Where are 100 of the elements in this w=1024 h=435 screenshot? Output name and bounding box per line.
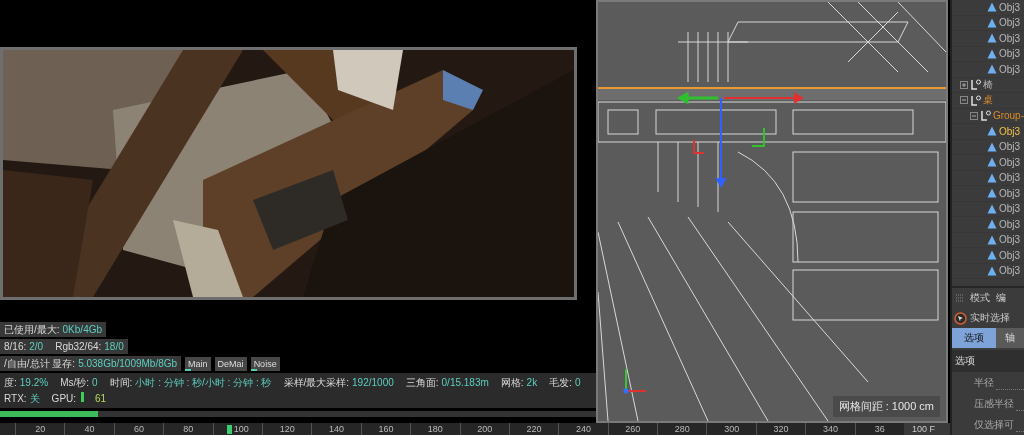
object-name: Obj3 xyxy=(999,32,1021,44)
object-name: Obj3 xyxy=(999,1,1021,13)
frame-tick: 200 xyxy=(459,423,509,435)
attribute-tab[interactable]: 选项 xyxy=(952,328,996,348)
frame-tick: 280 xyxy=(657,423,707,435)
status-label: 采样/最大采样: xyxy=(283,376,350,389)
null-object-icon xyxy=(970,94,981,106)
mesh-icon xyxy=(987,141,997,152)
status-value: 0 xyxy=(574,376,581,389)
tree-item[interactable]: Obj3 xyxy=(952,46,1024,62)
mesh-icon xyxy=(987,203,997,214)
tree-item[interactable]: Obj3 xyxy=(952,232,1024,248)
tree-item[interactable]: Obj3 xyxy=(952,139,1024,155)
playhead[interactable] xyxy=(226,425,232,435)
object-name: Obj3 xyxy=(999,63,1021,75)
object-name: Obj3 xyxy=(999,141,1021,153)
mesh-icon xyxy=(987,157,997,168)
object-name: Obj3 xyxy=(999,234,1021,246)
object-name: 椅 xyxy=(983,77,993,92)
attribute-tab[interactable]: 轴 xyxy=(996,328,1024,348)
field-label: 压感半径 xyxy=(974,397,1014,411)
mesh-icon xyxy=(987,250,997,261)
status-value: 0 xyxy=(92,376,98,389)
status-label: 三角面: xyxy=(405,376,439,389)
stat-value: 2/0 xyxy=(29,340,44,353)
frame-tick: 240 xyxy=(558,423,608,435)
status-label: GPU: xyxy=(51,392,77,405)
tree-item[interactable]: Obj3 xyxy=(952,263,1024,279)
status-value: 0/15.183m xyxy=(441,376,489,389)
mesh-icon xyxy=(987,33,997,44)
tree-item[interactable]: Obj3 xyxy=(952,186,1024,202)
selection-tool-icon xyxy=(954,311,967,325)
mesh-icon xyxy=(987,2,997,13)
status-label: Ms/秒: xyxy=(60,376,90,389)
status-value: 小时 : 分钟 : 秒/小时 : 分钟 : 秒 xyxy=(135,376,272,389)
status-value: 192/1000 xyxy=(352,376,394,389)
null-object-icon xyxy=(979,110,991,122)
timeline[interactable]: 20 40 60 80 100 120 140 160 180 200 220 240 260 280 300 320 340 36 100 F xyxy=(0,423,950,435)
object-name: Obj3 xyxy=(999,17,1021,29)
frame-tick: 80 xyxy=(163,423,213,435)
status-value: 2k xyxy=(526,376,538,389)
frame-tick: 120 xyxy=(261,423,312,435)
frame-tick: 40 xyxy=(64,423,114,435)
frame-tick: 320 xyxy=(755,423,806,435)
stat-value: 5.038Gb/1009Mb/8Gb xyxy=(78,357,178,370)
tree-item[interactable]: Obj3 xyxy=(952,0,1024,16)
channel-tab[interactable]: Noise xyxy=(250,356,280,371)
field-label: 仅选择可 xyxy=(974,418,1014,432)
mesh-icon xyxy=(987,219,997,230)
tree-item[interactable]: Obj3 xyxy=(952,201,1024,217)
null-object-icon xyxy=(970,79,981,91)
mesh-icon xyxy=(987,265,997,276)
gpu-meter-icon xyxy=(81,392,85,402)
menu-item[interactable]: 模式 xyxy=(970,291,990,305)
status-value: 关 xyxy=(29,392,40,405)
status-value: 61 xyxy=(95,392,107,405)
field-label: 半径 xyxy=(974,376,994,390)
object-name: Obj3 xyxy=(999,187,1021,199)
collapse-icon[interactable] xyxy=(960,96,968,105)
tree-item[interactable]: Obj3 xyxy=(952,155,1024,171)
status-label: 毛发: xyxy=(549,376,572,389)
mesh-icon xyxy=(987,64,997,75)
frame-tick: 300 xyxy=(706,423,756,435)
tool-name: 实时选择 xyxy=(970,311,1010,325)
frame-tick: 160 xyxy=(360,423,411,435)
stat-label: 8/16: xyxy=(4,340,27,353)
object-name: Obj3 xyxy=(999,265,1021,277)
frame-tick: 140 xyxy=(311,423,361,435)
status-label: 时间: xyxy=(109,376,133,389)
tree-item[interactable]: Obj3 xyxy=(952,15,1024,31)
tree-item[interactable]: 桌 xyxy=(952,93,1024,109)
tree-item[interactable]: Obj3 xyxy=(952,62,1024,78)
object-name: Obj3 xyxy=(999,249,1021,261)
stat-label: 已使用/最大: xyxy=(4,323,60,336)
channel-tab[interactable]: Main xyxy=(185,356,211,371)
frame-tick: 220 xyxy=(508,423,559,435)
tree-item[interactable]: Obj3 xyxy=(952,248,1024,264)
status-label: 网格: xyxy=(500,376,524,389)
channel-tab[interactable]: DeMai xyxy=(214,356,247,371)
stat-label: /自由/总计 显存: xyxy=(4,357,76,370)
frame-field[interactable]: 100 F xyxy=(904,423,950,435)
tree-item[interactable]: Group- xyxy=(952,108,1024,124)
viewport[interactable]: 网格间距 : 1000 cm xyxy=(596,0,948,423)
frame-tick: 260 xyxy=(607,423,658,435)
status-label: 度: xyxy=(4,376,17,389)
frame-tick: 20 xyxy=(15,423,65,435)
collapse-icon[interactable] xyxy=(970,111,978,120)
menu-item[interactable]: 编 xyxy=(996,291,1006,305)
object-name: Obj3 xyxy=(999,125,1021,137)
tree-item[interactable]: Obj3 xyxy=(952,124,1024,140)
object-name: 桌 xyxy=(983,93,993,108)
object-name: Obj3 xyxy=(999,172,1021,184)
stat-value: 18/0 xyxy=(104,340,124,353)
tree-item[interactable]: 椅 xyxy=(952,77,1024,93)
tree-item[interactable]: Obj3 xyxy=(952,31,1024,47)
expand-icon[interactable] xyxy=(960,80,968,89)
grid-spacing-label: 网格间距 : 1000 cm xyxy=(832,396,940,417)
object-name: Obj3 xyxy=(999,218,1021,230)
tree-item[interactable]: Obj3 xyxy=(952,170,1024,186)
tree-item[interactable]: Obj3 xyxy=(952,217,1024,233)
